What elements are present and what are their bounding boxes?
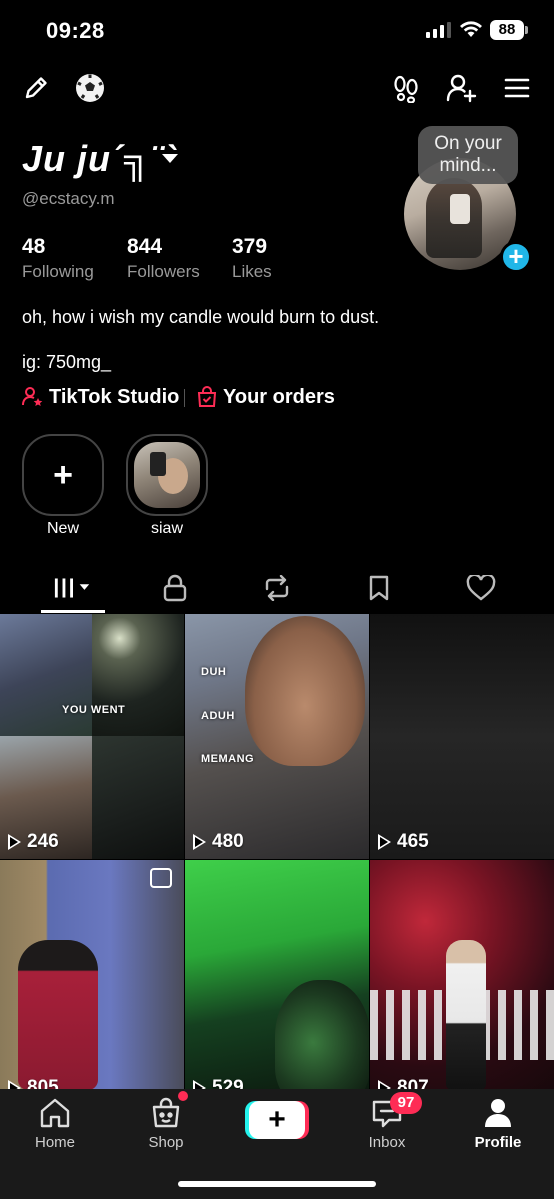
add-friend-icon[interactable] [443,70,479,106]
grid-bars-icon [54,578,90,598]
nav-shop-label: Shop [148,1134,184,1151]
highlight-siaw[interactable] [126,434,208,516]
stat-followers-count: 844 [127,235,163,258]
play-icon [378,834,391,850]
stat-likes-count: 379 [232,235,268,258]
video-grid: YOU WENT 246 DUH ADUH MEMANG 480 465 805… [0,614,554,1104]
status-time: 09:28 [46,18,105,43]
video-face [245,616,365,766]
shop-notification-dot [178,1091,188,1101]
menu-icon[interactable] [499,70,535,106]
display-name[interactable]: Ju ju´╗¨` [22,138,176,180]
on-your-mind-bubble[interactable]: On your mind... [418,126,518,184]
tab-private[interactable] [155,572,195,604]
stat-followers[interactable]: 844 Followers [127,235,200,282]
multi-photo-icon [150,868,172,888]
profile-tabs [0,564,554,614]
plus-icon: + [268,1103,286,1136]
stat-following-count: 48 [22,235,46,258]
tab-liked[interactable] [461,572,501,604]
stat-likes-label: Likes [232,262,272,281]
nav-home-label: Home [34,1134,75,1151]
edit-pencil-icon[interactable] [18,70,54,106]
battery-indicator: 88 [490,20,528,40]
wifi-icon [460,21,482,37]
tab-favorites[interactable] [359,572,399,604]
bio-text: oh, how i wish my candle would burn to d… [22,307,380,327]
collage-cell [0,614,92,736]
repost-icon [265,575,289,601]
nav-shop[interactable]: Shop [126,1097,206,1151]
footprints-icon[interactable] [388,70,424,106]
heart-icon [466,575,496,601]
nav-profile-label: Profile [474,1134,522,1151]
create-button[interactable]: + [249,1101,305,1139]
active-tab-indicator [41,610,105,613]
lock-icon [163,574,187,602]
ig-handle: ig: 750mg_ [22,352,112,372]
view-count-value: 465 [397,831,429,852]
play-icon [8,834,21,850]
tiktok-studio-link[interactable]: TikTok Studio [22,384,179,410]
view-count-value: 246 [27,831,59,852]
shop-bag-icon [152,1097,180,1128]
inbox-badge: 97 [390,1092,422,1114]
video-caption: MEMANG [201,753,255,765]
video-tile[interactable]: DUH ADUH MEMANG 480 [185,614,369,859]
stat-followers-label: Followers [127,262,200,281]
stat-likes[interactable]: 379 Likes [232,235,272,282]
highlight-new-label: New [46,520,79,537]
video-caption: DUH [201,666,227,678]
view-count: 480 [193,831,244,853]
highlight-siaw-thumbnail [134,442,200,508]
video-tile[interactable]: 529 [185,860,369,1104]
home-icon [40,1098,70,1128]
video-figure [18,940,98,1090]
video-tile[interactable]: YOU WENT 246 [0,614,184,859]
video-tile[interactable]: 807 [370,860,554,1104]
your-orders-label: Your orders [223,385,335,408]
collage-cell [92,736,184,859]
view-count-value: 480 [212,831,244,852]
nav-home[interactable]: Home [15,1097,95,1151]
soccer-ball-icon[interactable] [72,70,108,106]
highlight-new[interactable]: + [22,434,104,516]
stat-following[interactable]: 48 Following [22,235,94,282]
tiktok-studio-label: TikTok Studio [49,385,180,408]
tab-videos[interactable] [53,572,93,604]
nav-profile[interactable]: Profile [458,1097,538,1151]
stat-following-label: Following [22,262,94,281]
video-figure [446,940,486,1090]
link-divider [184,389,185,407]
home-indicator [178,1181,376,1187]
video-caption: YOU WENT [62,704,126,716]
play-icon [193,834,206,850]
video-figure [275,980,369,1104]
username: @ecstacy.m [22,189,115,208]
add-story-plus-icon[interactable]: + [500,241,532,273]
siaw-phone [150,452,166,476]
plus-icon: + [53,456,73,494]
view-count: 465 [378,831,429,853]
bookmark-icon [369,575,389,601]
status-bar: 09:28 88 [0,0,554,60]
nav-inbox-label: Inbox [368,1134,406,1151]
tab-reposts[interactable] [257,572,297,604]
collage-cell [92,614,184,736]
your-orders-link[interactable]: Your orders [196,384,335,410]
avatar-phone [450,194,470,224]
studio-person-star-icon [22,387,43,406]
highlight-siaw-label: siaw [150,520,183,537]
video-caption: ADUH [201,710,235,722]
profile-person-icon [485,1099,511,1127]
video-tile[interactable]: 465 [370,614,554,859]
orders-bag-icon [197,386,217,407]
video-tile[interactable]: 805 [0,860,184,1104]
view-count: 246 [8,831,59,853]
cellular-signal-icon [426,22,451,38]
chevron-down-icon[interactable] [162,154,178,163]
